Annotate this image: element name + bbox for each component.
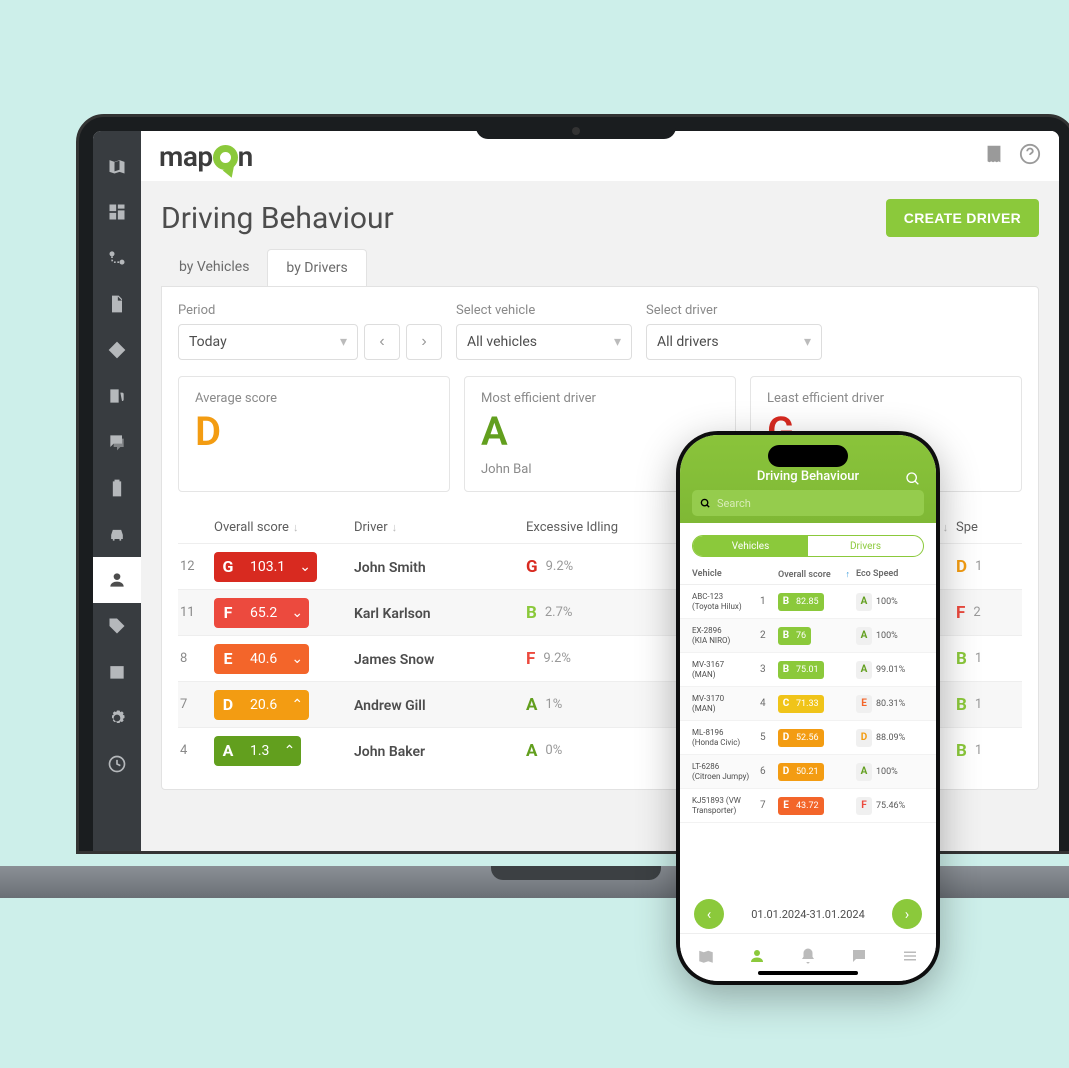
create-driver-button[interactable]: CREATE DRIVER (886, 199, 1039, 237)
phone-eco-grade: F (856, 797, 872, 815)
sidebar-car-icon[interactable] (93, 511, 141, 557)
search-icon[interactable] (905, 471, 921, 491)
phone-vehicle: LT-6286(Citroen Jumpy) (692, 762, 760, 780)
sidebar-fuel-icon[interactable] (93, 373, 141, 419)
phone-eco-grade: A (856, 763, 872, 781)
sidebar-clipboard-icon[interactable] (93, 465, 141, 511)
period-prev-button[interactable]: ‹ (364, 324, 400, 360)
phone-eco-grade: A (856, 627, 872, 645)
driver-select[interactable]: All drivers▾ (646, 324, 822, 360)
vehicle-filter-label: Select vehicle (456, 303, 632, 318)
driver-name: James Snow (354, 652, 434, 668)
phone-row[interactable]: ML-8196(Honda Civic) 5 D52.56 D88.09% (680, 721, 936, 755)
sidebar-map-icon[interactable] (93, 143, 141, 189)
tab-by-vehicles[interactable]: by Vehicles (161, 249, 267, 286)
sidebar-tag-icon[interactable] (93, 603, 141, 649)
score-badge: F65.2⌄ (214, 598, 309, 628)
sidebar-chat-icon[interactable] (93, 419, 141, 465)
phone-vehicle: MV-3170(MAN) (692, 694, 760, 712)
sidebar-settings-icon[interactable] (93, 695, 141, 741)
phone-vehicle: ML-8196(Honda Civic) (692, 728, 760, 746)
phone-date-prev[interactable]: ‹ (694, 899, 724, 929)
phone-score-badge: B76 (778, 627, 811, 645)
sidebar-calendar-icon[interactable] (93, 649, 141, 695)
sidebar-route-icon[interactable] (93, 235, 141, 281)
phone-vehicle: MV-3167(MAN) (692, 660, 760, 678)
col-idling[interactable]: Excessive Idling (526, 520, 646, 535)
help-icon[interactable] (1019, 143, 1041, 169)
phone-title: Driving Behaviour (680, 469, 936, 484)
phone-eco-grade: A (856, 661, 872, 679)
phone-row[interactable]: KJ51893 (VWTransporter) 7 E43.72 F75.46% (680, 789, 936, 823)
phone-row[interactable]: LT-6286(Citroen Jumpy) 6 D50.21 A100% (680, 755, 936, 789)
phone-vehicle: KJ51893 (VWTransporter) (692, 796, 760, 814)
phone-vehicle: ABC-123(Toyota Hilux) (692, 592, 760, 610)
driver-name: Karl Karlson (354, 606, 431, 622)
period-next-button[interactable]: › (406, 324, 442, 360)
phone-score-badge: B75.01 (778, 661, 824, 679)
average-score-card: Average score D (178, 376, 450, 492)
phone-eco-grade: D (856, 729, 872, 747)
period-label: Period (178, 303, 442, 318)
phone-date-range: 01.01.2024-31.01.2024 (751, 908, 865, 921)
score-badge: A1.3⌃ (214, 736, 301, 766)
phone-nav-chat-icon[interactable] (850, 947, 868, 969)
ph-col-overall[interactable]: Overall score↑ (778, 569, 856, 580)
phone-mockup: Driving Behaviour Search Vehicles Driver… (676, 431, 940, 985)
phone-score-badge: D52.56 (778, 729, 824, 747)
driver-name: John Smith (354, 560, 426, 576)
phone-nav-menu-icon[interactable] (901, 947, 919, 969)
phone-vehicle: EX-2896(KIA NIRO) (692, 626, 760, 644)
phone-score-badge: B82.85 (778, 593, 824, 611)
tab-by-drivers[interactable]: by Drivers (267, 249, 366, 286)
col-driver[interactable]: Driver↓ (354, 520, 526, 535)
col-overall[interactable]: Overall score↓ (214, 520, 354, 535)
sidebar-document-icon[interactable] (93, 281, 141, 327)
ph-col-eco[interactable]: Eco Speed (856, 569, 922, 580)
phone-eco-grade: A (856, 593, 872, 611)
score-badge: G103.1⌄ (214, 552, 317, 582)
average-grade: D (195, 412, 433, 452)
phone-row[interactable]: EX-2896(KIA NIRO) 2 B76 A100% (680, 619, 936, 653)
segment-vehicles[interactable]: Vehicles (693, 536, 808, 556)
col-speed[interactable]: Spe (956, 520, 1012, 535)
phone-search-input[interactable]: Search (692, 490, 924, 516)
sidebar-alert-icon[interactable] (93, 327, 141, 373)
page-title: Driving Behaviour (161, 201, 394, 236)
phone-nav-map-icon[interactable] (697, 947, 715, 969)
sidebar-history-icon[interactable] (93, 741, 141, 787)
segment-drivers[interactable]: Drivers (808, 536, 923, 556)
phone-row[interactable]: MV-3170(MAN) 4 C71.33 E80.31% (680, 687, 936, 721)
phone-score-badge: D50.21 (778, 763, 824, 781)
phone-nav-driver-icon[interactable] (748, 947, 766, 969)
logo: mapn (159, 140, 253, 173)
period-select[interactable]: Today▾ (178, 324, 358, 360)
sidebar-dashboard-icon[interactable] (93, 189, 141, 235)
phone-row[interactable]: MV-3167(MAN) 3 B75.01 A99.01% (680, 653, 936, 687)
phone-row[interactable]: ABC-123(Toyota Hilux) 1 B82.85 A100% (680, 585, 936, 619)
sidebar-driver-icon[interactable] (93, 557, 141, 603)
phone-date-next[interactable]: › (892, 899, 922, 929)
score-badge: D20.6⌃ (214, 690, 309, 720)
ph-col-vehicle[interactable]: Vehicle (692, 569, 760, 580)
vehicle-select[interactable]: All vehicles▾ (456, 324, 632, 360)
driver-filter-label: Select driver (646, 303, 822, 318)
driver-name: Andrew Gill (354, 698, 426, 714)
phone-eco-grade: E (856, 695, 872, 713)
score-badge: E40.6⌄ (214, 644, 309, 674)
phone-score-badge: C71.33 (778, 695, 824, 713)
phone-score-badge: E43.72 (778, 797, 824, 815)
receipt-icon[interactable] (983, 143, 1005, 169)
driver-name: John Baker (354, 744, 425, 760)
sidebar (93, 131, 141, 851)
phone-nav-bell-icon[interactable] (799, 947, 817, 969)
